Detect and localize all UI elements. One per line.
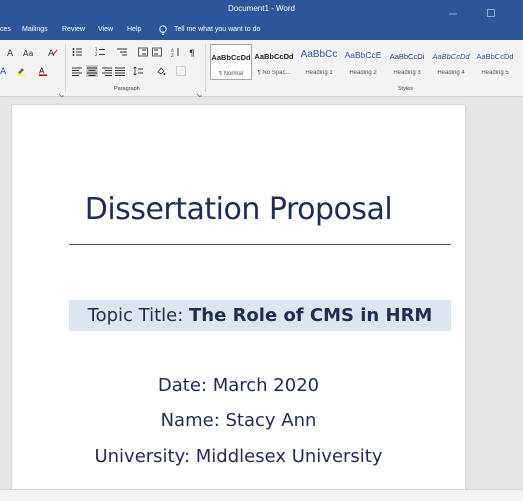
- paragraph-dialog-launcher-icon[interactable]: [196, 86, 202, 99]
- menu-references[interactable]: ces: [0, 26, 11, 33]
- change-case-icon[interactable]: Aa: [23, 47, 33, 57]
- style-heading-5[interactable]: AaBbCcDd Heading 5: [474, 44, 516, 80]
- svg-text:2: 2: [95, 52, 98, 57]
- style-sample: AaBbCcDd: [432, 52, 470, 61]
- svg-text:A: A: [7, 49, 14, 57]
- style-name: ¶ No Spac...: [257, 70, 291, 76]
- increase-indent-icon[interactable]: [152, 47, 162, 57]
- maximize-icon[interactable]: [486, 5, 496, 17]
- style-name: Heading 5: [481, 70, 509, 76]
- style-heading-3[interactable]: AaBbCcDi Heading 3: [386, 44, 428, 80]
- date-line[interactable]: Date: March 2020: [12, 375, 465, 396]
- topic-title-box[interactable]: Topic Title: The Role of CMS in HRM: [69, 300, 451, 331]
- bullets-icon[interactable]: [72, 47, 82, 57]
- clear-formatting-icon[interactable]: A: [48, 47, 58, 57]
- style-heading-2[interactable]: AaBbCcE Heading 2: [342, 44, 384, 80]
- university-line[interactable]: University: Middlesex University: [12, 446, 465, 467]
- name-line[interactable]: Name: Stacy Ann: [12, 410, 465, 431]
- style-sample: AaBbCcDd: [211, 53, 251, 62]
- style-sample: AaBbCcDd: [476, 52, 514, 61]
- text-effects-icon[interactable]: A: [0, 66, 10, 76]
- shading-icon[interactable]: [156, 66, 166, 76]
- menu-help[interactable]: Help: [127, 26, 141, 33]
- document-title[interactable]: Dissertation Proposal: [12, 192, 465, 227]
- svg-text:Z: Z: [171, 53, 174, 57]
- style-sample: AaBbCcDi: [389, 52, 425, 61]
- menu-bar: ces Mailings Review View Help Tell me wh…: [0, 20, 523, 40]
- ribbon: A Aa A A A 12 AZ ¶ Paragraph AaBbCcDd ¶ …: [0, 40, 523, 99]
- lightbulb-icon[interactable]: [157, 24, 169, 36]
- style-sample: AaBbCcDd: [254, 52, 294, 61]
- style-sample: AaBbCcE: [344, 50, 382, 60]
- minimize-icon[interactable]: [448, 5, 458, 15]
- align-center-icon[interactable]: [86, 65, 98, 77]
- numbering-icon[interactable]: 12: [95, 47, 105, 57]
- styles-gallery: AaBbCcDd ¶ Normal AaBbCcDd ¶ No Spac... …: [208, 44, 523, 84]
- status-bar: [0, 489, 523, 501]
- style-name: Heading 3: [393, 70, 421, 76]
- shrink-font-icon[interactable]: A: [6, 47, 16, 57]
- group-divider: [65, 44, 66, 92]
- style-name: Heading 1: [305, 70, 333, 76]
- svg-text:A: A: [48, 49, 55, 57]
- highlight-color-icon[interactable]: [16, 66, 26, 76]
- group-divider: [205, 44, 206, 92]
- document-page[interactable]: Dissertation Proposal Topic Title: The R…: [12, 105, 465, 490]
- topic-value: The Role of CMS in HRM: [189, 305, 433, 326]
- menu-view[interactable]: View: [98, 26, 113, 33]
- window-title: Document1 - Word: [228, 4, 295, 13]
- svg-text:A: A: [0, 67, 7, 76]
- line-spacing-icon[interactable]: [133, 66, 143, 76]
- menu-mailings[interactable]: Mailings: [22, 26, 48, 33]
- svg-text:Aa: Aa: [23, 49, 33, 57]
- style-name: Heading 2: [349, 70, 377, 76]
- style-sample: AaBbCc: [300, 49, 338, 60]
- style-name: ¶ Normal: [218, 71, 244, 77]
- paragraph-group-label: Paragraph: [114, 86, 140, 92]
- style-heading-1[interactable]: AaBbCc Heading 1: [298, 44, 340, 80]
- topic-label: Topic Title:: [87, 305, 189, 326]
- topic-line: Topic Title: The Role of CMS in HRM: [69, 305, 451, 326]
- font-color-icon[interactable]: A: [38, 66, 48, 76]
- align-left-icon[interactable]: [72, 66, 82, 76]
- svg-text:¶: ¶: [189, 49, 195, 57]
- show-formatting-marks-icon[interactable]: ¶: [188, 47, 198, 57]
- title-underline: [69, 244, 451, 245]
- multilevel-list-icon[interactable]: [117, 47, 127, 57]
- font-dialog-launcher-icon[interactable]: [58, 86, 64, 99]
- style-normal[interactable]: AaBbCcDd ¶ Normal: [210, 44, 252, 80]
- align-right-icon[interactable]: [102, 66, 112, 76]
- styles-group-label: Styles: [398, 86, 413, 92]
- style-heading-4[interactable]: AaBbCcDd Heading 4: [430, 44, 472, 80]
- menu-review[interactable]: Review: [62, 26, 85, 33]
- borders-icon[interactable]: [176, 66, 186, 76]
- justify-icon[interactable]: [115, 66, 125, 76]
- sort-icon[interactable]: AZ: [171, 47, 181, 57]
- svg-text:A: A: [39, 67, 45, 76]
- style-no-spacing[interactable]: AaBbCcDd ¶ No Spac...: [253, 44, 295, 80]
- style-name: Heading 4: [437, 70, 465, 76]
- vertical-scrollbar[interactable]: [515, 97, 523, 489]
- document-canvas: Dissertation Proposal Topic Title: The R…: [0, 97, 523, 490]
- title-bar: Document1 - Word: [0, 0, 523, 20]
- tell-me-search[interactable]: Tell me what you want to do: [174, 26, 260, 33]
- decrease-indent-icon[interactable]: [138, 47, 148, 57]
